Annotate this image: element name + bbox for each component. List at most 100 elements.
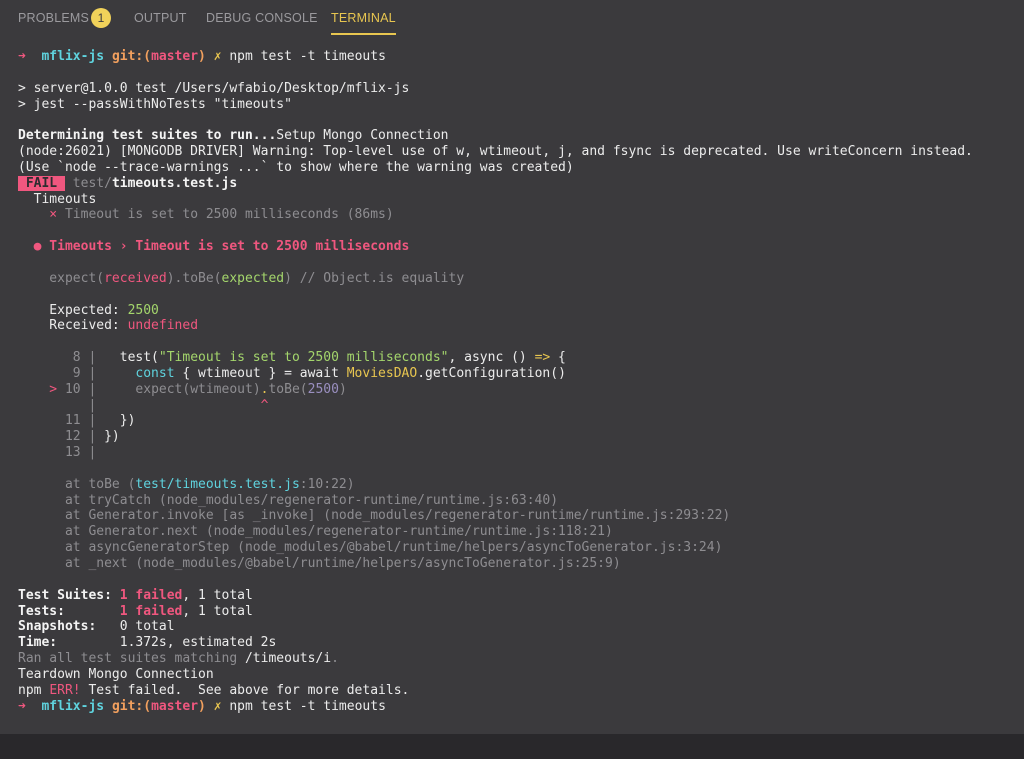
terminal-line: (node:26021) [MONGODB DRIVER] Warning: T… — [18, 144, 973, 160]
terminal-text: 13 | — [18, 445, 104, 460]
problems-count-badge: 1 — [91, 8, 111, 28]
terminal-text: 12 | — [18, 429, 104, 444]
terminal-text: , 1 total — [182, 588, 252, 603]
terminal-line: Received: undefined — [18, 318, 973, 334]
terminal-text: { — [550, 350, 566, 365]
terminal-text: Test Suites: — [18, 588, 120, 603]
terminal-line: at toBe (test/timeouts.test.js:10:22) — [18, 477, 973, 493]
terminal-text: Timeouts — [18, 192, 96, 207]
terminal-text: at tryCatch (node_modules/regenerator-ru… — [18, 493, 558, 508]
terminal-text: master — [151, 699, 198, 714]
terminal-text: ➜ — [18, 699, 41, 714]
terminal-line: × Timeout is set to 2500 milliseconds (8… — [18, 207, 973, 223]
terminal-text: expect( — [18, 271, 104, 286]
terminal-text: Expected: — [18, 303, 128, 318]
terminal-line: 8 | test("Timeout is set to 2500 millise… — [18, 350, 973, 366]
terminal-text: (Use `node --trace-warnings ...` to show… — [18, 160, 574, 175]
terminal-line: Teardown Mongo Connection — [18, 667, 973, 683]
terminal-text: , 1 total — [182, 604, 252, 619]
terminal-text: 9 | — [18, 366, 104, 381]
terminal-text: , async () — [448, 350, 534, 365]
terminal-text: 1 failed — [120, 588, 183, 603]
terminal-text: at asyncGeneratorStep (node_modules/@bab… — [18, 540, 722, 555]
terminal-text: at Generator.invoke [as _invoke] (node_m… — [18, 508, 730, 523]
terminal-text: Tests: — [18, 604, 120, 619]
terminal-text: toBe( — [268, 382, 307, 397]
terminal-text: expect(wtimeout) — [104, 382, 261, 397]
terminal-line — [18, 334, 973, 350]
terminal-text: at toBe ( — [18, 477, 135, 492]
terminal-text: | — [18, 398, 104, 413]
terminal-text: 8 | — [18, 350, 104, 365]
terminal-text: test/ — [65, 176, 112, 191]
terminal-text: 1 failed — [120, 604, 183, 619]
terminal-text: timeouts.test.js — [112, 176, 237, 191]
terminal-line — [18, 65, 973, 81]
terminal-text: Ran all test suites matching — [18, 651, 245, 666]
terminal-text: undefined — [128, 318, 198, 333]
terminal-text: }) — [104, 429, 120, 444]
terminal-output[interactable]: ➜ mflix-js git:(master) ✗ npm test -t ti… — [18, 49, 973, 714]
terminal-line: at asyncGeneratorStep (node_modules/@bab… — [18, 540, 973, 556]
terminal-text: 0 total — [120, 619, 175, 634]
tab-problems[interactable]: PROBLEMS — [18, 11, 89, 25]
terminal-line: Ran all test suites matching /timeouts/i… — [18, 651, 973, 667]
terminal-text: "Timeout is set to 2500 milliseconds" — [159, 350, 449, 365]
terminal-text: git:( — [112, 699, 151, 714]
terminal-text: const — [135, 366, 174, 381]
terminal-line: FAIL test/timeouts.test.js — [18, 176, 973, 192]
tab-output[interactable]: OUTPUT — [134, 11, 187, 25]
terminal-text — [104, 366, 135, 381]
terminal-text: { wtimeout } = await — [175, 366, 347, 381]
terminal-line — [18, 461, 973, 477]
status-area — [0, 734, 1024, 759]
terminal-line: at _next (node_modules/@babel/runtime/he… — [18, 556, 973, 572]
terminal-text: :10:22) — [300, 477, 355, 492]
terminal-text: at Generator.next (node_modules/regenera… — [18, 524, 613, 539]
terminal-text: Determining test suites to run... — [18, 128, 276, 143]
terminal-line: > jest --passWithNoTests "timeouts" — [18, 97, 973, 113]
terminal-text: 1.372s, estimated 2s — [120, 635, 277, 650]
terminal-text: 2500 — [128, 303, 159, 318]
terminal-text: Timeout is set to 2500 milliseconds (86m… — [65, 207, 394, 222]
terminal-line: Expected: 2500 — [18, 303, 973, 319]
terminal-line: (Use `node --trace-warnings ...` to show… — [18, 160, 973, 176]
terminal-text: Received: — [18, 318, 128, 333]
terminal-text: at _next (node_modules/@babel/runtime/he… — [18, 556, 621, 571]
terminal-text: test/timeouts.test.js — [135, 477, 299, 492]
terminal-text: ) — [339, 382, 347, 397]
tab-debug-console[interactable]: DEBUG CONSOLE — [206, 11, 318, 25]
terminal-text: > jest --passWithNoTests "timeouts" — [18, 97, 292, 112]
terminal-text: (node:26021) [MONGODB DRIVER] Warning: T… — [18, 144, 973, 159]
terminal-line: Determining test suites to run...Setup M… — [18, 128, 973, 144]
terminal-text: test( — [104, 350, 159, 365]
terminal-text: . — [331, 651, 339, 666]
terminal-text: git:( — [112, 49, 151, 64]
fail-badge: FAIL — [18, 176, 65, 191]
terminal-line: Timeouts — [18, 192, 973, 208]
terminal-text: Teardown Mongo Connection — [18, 667, 214, 682]
terminal-text: > server@1.0.0 test /Users/wfabio/Deskto… — [18, 81, 409, 96]
terminal-line: Tests: 1 failed, 1 total — [18, 604, 973, 620]
terminal-text: npm test -t timeouts — [229, 49, 386, 64]
terminal-line: at Generator.next (node_modules/regenera… — [18, 524, 973, 540]
terminal-text: Test failed. See above for more details. — [81, 683, 410, 698]
tab-terminal[interactable]: TERMINAL — [331, 11, 396, 25]
terminal-line: > 10 | expect(wtimeout).toBe(2500) — [18, 382, 973, 398]
terminal-line: npm ERR! Test failed. See above for more… — [18, 683, 973, 699]
terminal-text: MoviesDAO — [347, 366, 417, 381]
panel-tab-bar: PROBLEMS 1 OUTPUT DEBUG CONSOLE TERMINAL — [0, 0, 1024, 36]
terminal-line: Time: 1.372s, estimated 2s — [18, 635, 973, 651]
terminal-line: | ^ — [18, 398, 973, 414]
terminal-line: at tryCatch (node_modules/regenerator-ru… — [18, 493, 973, 509]
terminal-text: ✗ — [206, 49, 229, 64]
terminal-text: ) — [198, 699, 206, 714]
terminal-line: 13 | — [18, 445, 973, 461]
terminal-text: mflix-js — [41, 699, 111, 714]
terminal-text: npm test -t timeouts — [229, 699, 386, 714]
terminal-line — [18, 223, 973, 239]
terminal-text: /timeouts/i — [245, 651, 331, 666]
terminal-line: 9 | const { wtimeout } = await MoviesDAO… — [18, 366, 973, 382]
terminal-line: ● Timeouts › Timeout is set to 2500 mill… — [18, 239, 973, 255]
terminal-text: ^ — [104, 398, 268, 413]
